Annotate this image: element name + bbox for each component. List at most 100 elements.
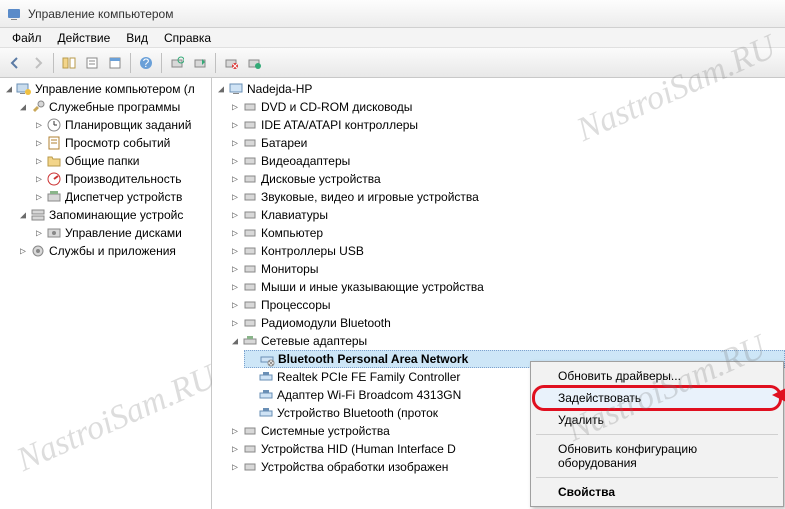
- item-label: Просмотр событий: [65, 136, 170, 150]
- toolbar-properties[interactable]: [81, 52, 103, 74]
- tree-item[interactable]: ▷ Управление дисками: [32, 224, 211, 242]
- collapse-icon[interactable]: ◢: [214, 84, 228, 95]
- group-label: Запоминающие устройс: [49, 208, 183, 222]
- item-label: Управление дисками: [65, 226, 182, 240]
- expand-icon[interactable]: ▷: [228, 462, 242, 473]
- category-label: Мониторы: [261, 262, 318, 276]
- device-category[interactable]: ▷Мыши и иные указывающие устройства: [228, 278, 785, 296]
- device-category[interactable]: ▷ DVD и CD-ROM дисководы: [228, 98, 785, 116]
- device-category[interactable]: ▷Процессоры: [228, 296, 785, 314]
- item-icon: [46, 225, 62, 241]
- expand-icon[interactable]: ▷: [228, 282, 242, 293]
- toolbar-sep: [53, 53, 54, 73]
- tree-group[interactable]: ▷Службы и приложения: [16, 242, 211, 260]
- expand-icon[interactable]: ▷: [228, 192, 242, 203]
- item-label: Планировщик заданий: [65, 118, 191, 132]
- category-icon: [242, 171, 258, 187]
- device-category[interactable]: ▷ Видеоадаптеры: [228, 152, 785, 170]
- device-category[interactable]: ▷Батареи: [228, 134, 785, 152]
- expand-icon[interactable]: ▷: [228, 138, 242, 149]
- device-label: Realtek PCIe FE Family Controller: [277, 370, 460, 384]
- tree-root[interactable]: ◢ Управление компьютером (л: [0, 80, 211, 98]
- device-category-network[interactable]: ◢Сетевые адаптеры: [228, 332, 785, 350]
- device-category[interactable]: ▷ Радиомодули Bluetooth: [228, 314, 785, 332]
- expand-icon[interactable]: ▷: [228, 300, 242, 311]
- collapse-icon[interactable]: ◢: [2, 84, 16, 95]
- expand-icon[interactable]: ▷: [228, 246, 242, 257]
- expand-icon[interactable]: ▷: [228, 264, 242, 275]
- device-label: Адаптер Wi-Fi Broadcom 4313GN: [277, 388, 461, 402]
- main-split: ◢ Управление компьютером (л ◢ Служебные п…: [0, 78, 785, 509]
- item-label: Производительность: [65, 172, 181, 186]
- ctx-properties-label: Свойства: [558, 485, 615, 499]
- menu-help[interactable]: Справка: [156, 29, 219, 47]
- toolbar-export[interactable]: [104, 52, 126, 74]
- tree-group[interactable]: ◢ Запоминающие устройс: [16, 206, 211, 224]
- toolbar-update[interactable]: [243, 52, 265, 74]
- category-icon: [242, 441, 258, 457]
- tree-item[interactable]: ▷Диспетчер устройств: [32, 188, 211, 206]
- ctx-scan-hardware[interactable]: Обновить конфигурацию оборудования: [534, 438, 780, 474]
- category-icon: [242, 279, 258, 295]
- ctx-update-drivers[interactable]: Обновить драйверы...: [534, 365, 780, 387]
- collapse-icon[interactable]: ◢: [228, 336, 242, 347]
- category-label: DVD и CD-ROM дисководы: [261, 100, 412, 114]
- device-category[interactable]: ▷ IDE ATA/ATAPI контроллеры: [228, 116, 785, 134]
- device-root[interactable]: ◢ Nadejda-HP: [212, 80, 785, 98]
- expand-icon[interactable]: ▷: [228, 156, 242, 167]
- expand-icon[interactable]: ▷: [228, 210, 242, 221]
- category-icon: [242, 243, 258, 259]
- menu-view[interactable]: Вид: [118, 29, 156, 47]
- ctx-sep: [536, 434, 778, 435]
- device-category[interactable]: ▷Звуковые, видео и игровые устройства: [228, 188, 785, 206]
- expand-icon[interactable]: ▷: [32, 228, 46, 239]
- expand-icon[interactable]: ▷: [228, 228, 242, 239]
- category-label: IDE ATA/ATAPI контроллеры: [261, 118, 418, 132]
- device-category[interactable]: ▷Компьютер: [228, 224, 785, 242]
- expand-icon[interactable]: ▷: [32, 192, 46, 203]
- collapse-icon[interactable]: ◢: [16, 210, 30, 221]
- device-category[interactable]: ▷ Мониторы: [228, 260, 785, 278]
- tree-item[interactable]: ▷ Планировщик заданий: [32, 116, 211, 134]
- expand-icon[interactable]: ▷: [32, 156, 46, 167]
- toolbar-enable[interactable]: [189, 52, 211, 74]
- category-label: Видеоадаптеры: [261, 154, 350, 168]
- expand-icon[interactable]: ▷: [228, 174, 242, 185]
- ctx-delete[interactable]: Удалить: [534, 409, 780, 431]
- category-icon: [242, 225, 258, 241]
- ctx-properties[interactable]: Свойства: [534, 481, 780, 503]
- tree-item[interactable]: ▷Общие папки: [32, 152, 211, 170]
- toolbar-show-hide[interactable]: [58, 52, 80, 74]
- expand-icon[interactable]: ▷: [228, 102, 242, 113]
- toolbar-uninstall[interactable]: [220, 52, 242, 74]
- toolbar-forward[interactable]: [27, 52, 49, 74]
- device-root-label: Nadejda-HP: [247, 82, 312, 96]
- expand-icon[interactable]: ▷: [228, 318, 242, 329]
- group-label: Служебные программы: [49, 100, 180, 114]
- expand-icon[interactable]: ▷: [228, 444, 242, 455]
- category-label: Радиомодули Bluetooth: [261, 316, 391, 330]
- menu-action[interactable]: Действие: [50, 29, 119, 47]
- device-category[interactable]: ▷Клавиатуры: [228, 206, 785, 224]
- computer-icon: [228, 81, 244, 97]
- toolbar-help[interactable]: ?: [135, 52, 157, 74]
- toolbar-scan[interactable]: [166, 52, 188, 74]
- tree-item[interactable]: ▷ Просмотр событий: [32, 134, 211, 152]
- expand-icon[interactable]: ▷: [32, 120, 46, 131]
- menu-file[interactable]: Файл: [4, 29, 50, 47]
- toolbar-back[interactable]: [4, 52, 26, 74]
- expand-icon[interactable]: ▷: [228, 426, 242, 437]
- expand-icon[interactable]: ▷: [32, 174, 46, 185]
- adapter-icon: [259, 351, 275, 367]
- device-category[interactable]: ▷Контроллеры USB: [228, 242, 785, 260]
- ctx-enable[interactable]: Задействовать: [534, 387, 780, 409]
- collapse-icon[interactable]: ◢: [16, 102, 30, 113]
- tree-item[interactable]: ▷ Производительность: [32, 170, 211, 188]
- category-icon: [242, 297, 258, 313]
- left-pane: ◢ Управление компьютером (л ◢ Служебные п…: [0, 78, 212, 509]
- device-category[interactable]: ▷Дисковые устройства: [228, 170, 785, 188]
- tree-group[interactable]: ◢ Служебные программы: [16, 98, 211, 116]
- expand-icon[interactable]: ▷: [228, 120, 242, 131]
- expand-icon: ▷: [16, 246, 30, 257]
- expand-icon[interactable]: ▷: [32, 138, 46, 149]
